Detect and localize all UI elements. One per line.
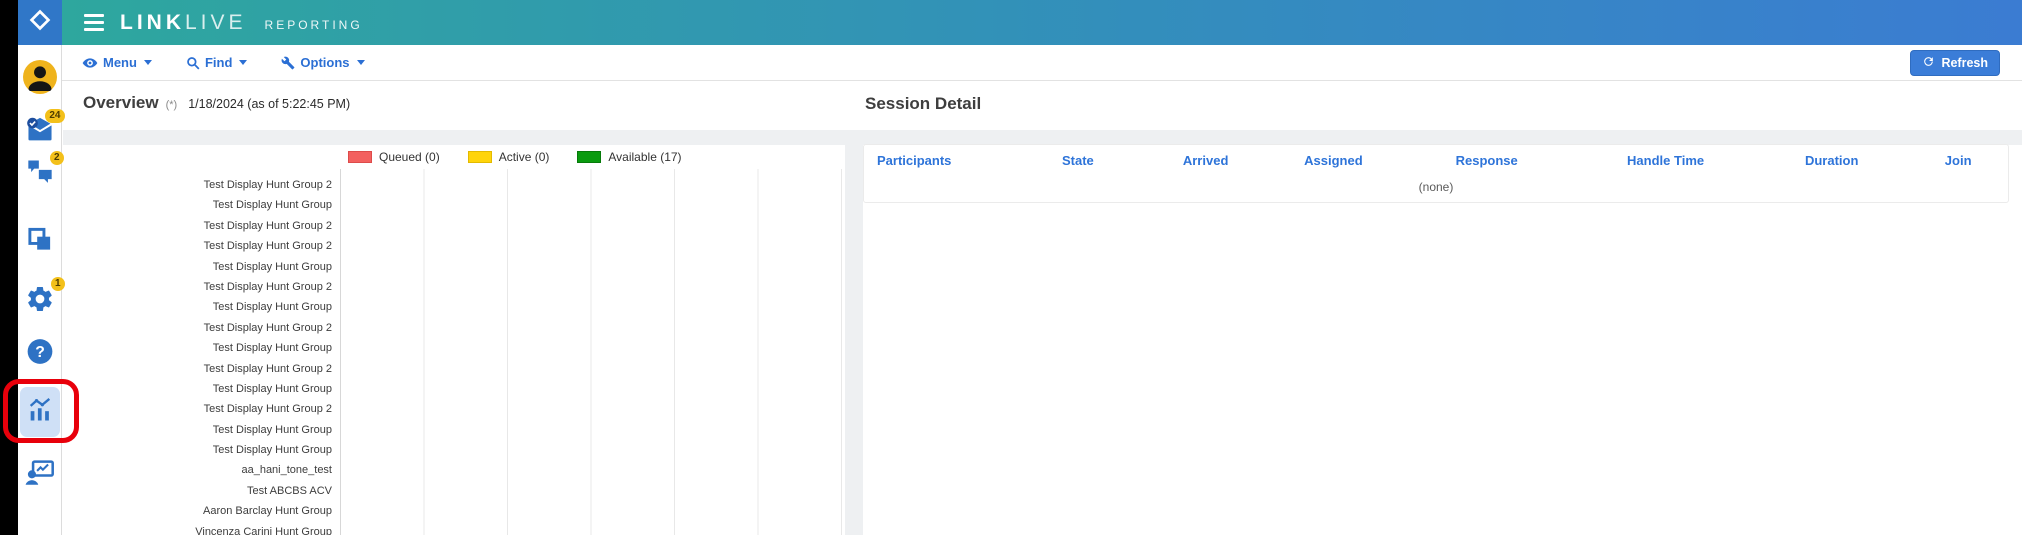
overview-timestamp: 1/18/2024 (as of 5:22:45 PM): [188, 97, 350, 111]
menu-dropdown[interactable]: Menu: [82, 55, 152, 71]
linklive-reporting-app: LINK LIVE REPORTING Menu Find: [0, 0, 2022, 535]
session-detail-panel: Participants State Arrived Assigned Resp…: [863, 144, 2009, 203]
legend-item-queued: Queued (0): [348, 150, 440, 164]
chevron-down-icon: [239, 60, 247, 65]
column-join[interactable]: Join: [1908, 153, 2008, 168]
hunt-group-row: Test Display Hunt Group 2: [63, 216, 336, 236]
chevron-down-icon: [144, 60, 152, 65]
brand-title: LINK LIVE REPORTING: [120, 11, 363, 35]
options-label: Options: [300, 55, 349, 70]
hunt-group-row: Test Display Hunt Group 2: [63, 399, 336, 419]
chat-bubbles-icon: [26, 158, 54, 184]
hunt-group-row: Test Display Hunt Group 2: [63, 318, 336, 338]
hunt-group-row: Test Display Hunt Group 2: [63, 277, 336, 297]
sidebar-item-help[interactable]: ?: [26, 338, 53, 365]
overview-title: Overview: [83, 93, 159, 113]
hunt-group-row: Vincenza Carini Hunt Group: [63, 522, 336, 535]
empty-state-text: (none): [864, 175, 2008, 202]
find-label: Find: [205, 55, 232, 70]
app-header: LINK LIVE REPORTING: [62, 0, 2022, 45]
queued-swatch: [348, 151, 372, 163]
hunt-group-row: Test Display Hunt Group: [63, 440, 336, 460]
search-icon: [186, 56, 200, 70]
refresh-button[interactable]: Refresh: [1910, 50, 2000, 76]
legend-item-available: Available (17): [577, 150, 681, 164]
active-swatch: [468, 151, 492, 163]
inbox-badge: 24: [45, 109, 64, 123]
column-handle-time[interactable]: Handle Time: [1576, 153, 1755, 168]
hunt-group-row: Test Display Hunt Group: [63, 338, 336, 358]
column-duration[interactable]: Duration: [1755, 153, 1908, 168]
find-dropdown[interactable]: Find: [186, 55, 247, 70]
overview-chart-panel: Queued (0) Active (0) Available (17) Tes…: [63, 145, 845, 535]
sidebar-item-inbox[interactable]: 24: [25, 116, 55, 144]
column-assigned[interactable]: Assigned: [1270, 153, 1398, 168]
chart-plot-area: [340, 169, 844, 535]
hunt-group-row: Test Display Hunt Group: [63, 297, 336, 317]
title-strip: Overview (*) 1/18/2024 (as of 5:22:45 PM…: [63, 81, 2022, 130]
session-detail-title: Session Detail: [865, 94, 981, 114]
sidebar-item-profile[interactable]: [23, 60, 57, 94]
hunt-group-row: Test Display Hunt Group: [63, 195, 336, 215]
hunt-group-row: Test ABCBS ACV: [63, 481, 336, 501]
wrench-icon: [281, 56, 295, 70]
menu-label: Menu: [103, 55, 137, 70]
brand-link: LINK: [120, 11, 185, 35]
chart-legend: Queued (0) Active (0) Available (17): [348, 150, 710, 164]
bar-chart-icon: [26, 396, 54, 429]
session-detail-header-row: Participants State Arrived Assigned Resp…: [864, 145, 2008, 175]
panel-gap: [845, 130, 863, 535]
avatar-icon: [23, 60, 57, 94]
column-arrived[interactable]: Arrived: [1142, 153, 1270, 168]
hunt-group-row: Test Display Hunt Group 2: [63, 175, 336, 195]
main-content: Overview (*) 1/18/2024 (as of 5:22:45 PM…: [63, 81, 2022, 535]
gear-icon: [25, 284, 55, 314]
settings-badge: 1: [51, 277, 65, 291]
hunt-group-axis-labels: Test Display Hunt Group 2 Test Display H…: [63, 175, 336, 535]
sidebar-item-chat[interactable]: 2: [26, 158, 54, 184]
column-response[interactable]: Response: [1397, 153, 1576, 168]
hamburger-icon[interactable]: [84, 14, 104, 31]
sidebar-item-windows[interactable]: [26, 226, 53, 253]
eye-icon: [82, 55, 98, 71]
diamond-logo-icon: [27, 7, 53, 38]
refresh-icon: [1922, 55, 1935, 71]
hunt-group-row: Test Display Hunt Group: [63, 379, 336, 399]
svg-text:?: ?: [35, 344, 45, 361]
sidebar-item-settings[interactable]: 1: [25, 284, 55, 314]
hunt-group-row: Test Display Hunt Group: [63, 257, 336, 277]
available-swatch: [577, 151, 601, 163]
chat-badge: 2: [50, 151, 64, 165]
hunt-group-row: aa_hani_tone_test: [63, 460, 336, 480]
hunt-group-row: Test Display Hunt Group 2: [63, 359, 336, 379]
hunt-group-row: Test Display Hunt Group: [63, 420, 336, 440]
help-icon: ?: [26, 338, 53, 365]
chevron-down-icon: [357, 60, 365, 65]
legend-item-active: Active (0): [468, 150, 550, 164]
brand-reporting: REPORTING: [265, 18, 363, 32]
overview-marker: (*): [166, 99, 178, 111]
brand-logo[interactable]: [18, 0, 62, 45]
sidebar: 24 2: [18, 45, 62, 535]
brand-live: LIVE: [185, 11, 247, 35]
toolbar: Menu Find Options: [62, 45, 2022, 81]
left-black-strip: [0, 0, 18, 535]
hunt-group-row: Aaron Barclay Hunt Group: [63, 501, 336, 521]
options-dropdown[interactable]: Options: [281, 55, 364, 70]
refresh-label: Refresh: [1941, 56, 1988, 70]
sidebar-item-monitoring[interactable]: [25, 458, 55, 486]
column-state[interactable]: State: [1014, 153, 1142, 168]
overview-heading: Overview (*) 1/18/2024 (as of 5:22:45 PM…: [83, 93, 350, 113]
person-monitor-icon: [25, 458, 55, 486]
hunt-group-row: Test Display Hunt Group 2: [63, 236, 336, 256]
sidebar-item-reports-active[interactable]: [20, 387, 60, 437]
windows-icon: [26, 226, 53, 253]
divider-band: [63, 130, 2022, 145]
column-participants[interactable]: Participants: [864, 153, 1014, 168]
